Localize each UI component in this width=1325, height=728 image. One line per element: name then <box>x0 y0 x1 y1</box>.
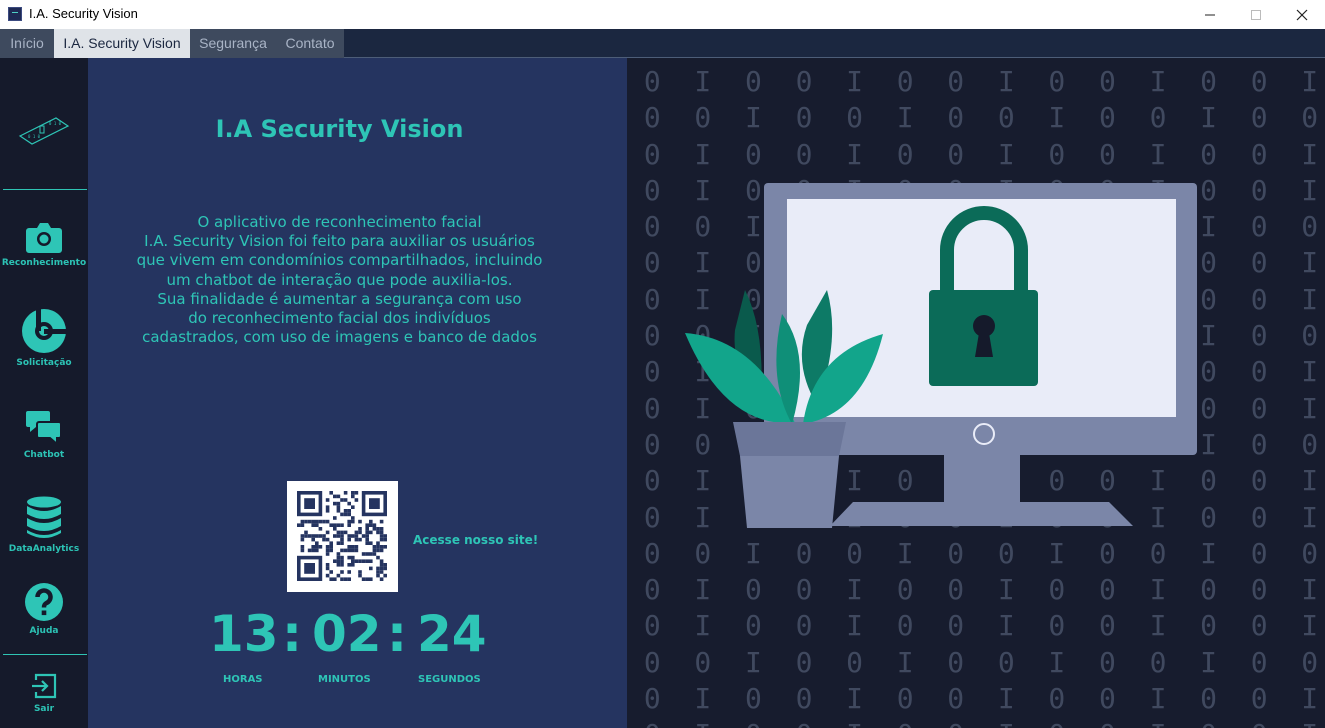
minutes-label: MINUTOS <box>318 674 371 685</box>
sidebar-divider-bottom <box>3 654 87 655</box>
tab-contato[interactable]: Contato <box>276 29 344 58</box>
description-line: do reconhecimento facial dos indivíduos <box>188 309 491 328</box>
site-link-label[interactable]: Acesse nosso site! <box>413 533 538 547</box>
security-illustration <box>685 183 1197 528</box>
qr-code[interactable] <box>287 481 398 592</box>
request-icon <box>22 309 67 353</box>
minimize-icon <box>1205 14 1215 15</box>
sidebar-divider-top <box>3 189 87 190</box>
tab-ia-security-vision[interactable]: I.A. Security Vision <box>54 29 190 58</box>
description-line: I.A. Security Vision foi feito para auxi… <box>144 232 535 251</box>
description-line: um chatbot de interação que pode auxilia… <box>166 270 513 289</box>
sidebar-item-label: Ajuda <box>29 626 59 636</box>
clock-hours: 13 <box>209 605 279 663</box>
page-title: I.A Security Vision <box>215 115 464 143</box>
camera-icon <box>26 223 62 253</box>
qr-code-icon <box>297 491 387 581</box>
sidebar-item-sair[interactable]: Sair <box>0 672 88 714</box>
description-line: que vivem em condomínios compartilhados,… <box>136 251 543 270</box>
seconds-label: SEGUNDOS <box>418 674 481 685</box>
tab-inicio[interactable]: Início <box>0 29 54 58</box>
sidebar-item-label: Chatbot <box>23 450 65 460</box>
close-button[interactable] <box>1279 0 1325 29</box>
clock-separator: : <box>387 605 407 663</box>
description-line: Sua finalidade é aumentar a segurança co… <box>157 289 522 308</box>
svg-text:0 1 0: 0 1 0 <box>28 134 41 139</box>
clock-seconds: 24 <box>417 605 487 663</box>
app-icon <box>8 7 22 21</box>
sidebar-item-solicitacao[interactable]: Solicitação <box>0 308 88 368</box>
minimize-button[interactable] <box>1187 0 1233 29</box>
sidebar-item-dataanalytics[interactable]: DataAnalytics <box>0 496 88 554</box>
sidebar-item-label: Sair <box>33 704 55 714</box>
sidebar-item-label: Reconhecimento <box>1 258 87 268</box>
clock: 13 : 02 : 24 <box>88 605 627 675</box>
main-panel: I.A Security Vision O aplicativo de reco… <box>88 58 627 728</box>
description-line: O aplicativo de reconhecimento facial <box>197 213 482 231</box>
chat-icon <box>26 411 62 446</box>
title-bar: I.A. Security Vision <box>0 0 1325 29</box>
sidebar-item-ajuda[interactable]: Ajuda <box>0 582 88 636</box>
sidebar-item-chatbot[interactable]: Chatbot <box>0 408 88 460</box>
tab-bar: Início I.A. Security Vision Segurança Co… <box>0 29 1325 58</box>
sidebar-item-reconhecimento[interactable]: Reconhecimento <box>0 220 88 268</box>
maximize-icon <box>1251 9 1261 20</box>
hours-label: HORAS <box>223 674 263 685</box>
help-icon <box>25 583 63 621</box>
maximize-button[interactable] <box>1233 0 1279 29</box>
close-icon <box>1296 9 1308 20</box>
app-description: O aplicativo de reconhecimento facial I.… <box>88 213 591 347</box>
database-icon <box>27 496 61 538</box>
sidebar-item-label: DataAnalytics <box>8 544 80 554</box>
logo-icon: 0 1 0 0 1 0 <box>18 117 70 145</box>
sidebar-item-label: Solicitação <box>16 358 72 368</box>
illustration-panel: 0 I 0 0 I 0 0 I 0 0 I 0 0 I 0 0 I 0 0 I … <box>627 58 1325 728</box>
svg-text:0 1 0: 0 1 0 <box>49 121 62 126</box>
window-title: I.A. Security Vision <box>29 6 138 21</box>
clock-separator: : <box>282 605 302 663</box>
tab-seguranca[interactable]: Segurança <box>190 29 276 58</box>
clock-minutes: 02 <box>312 605 382 663</box>
exit-icon <box>32 673 57 699</box>
sidebar: 0 1 0 0 1 0 Reconhecimento Solicitação C… <box>0 58 88 728</box>
description-line: cadastrados, com uso de imagens e banco … <box>142 328 537 347</box>
